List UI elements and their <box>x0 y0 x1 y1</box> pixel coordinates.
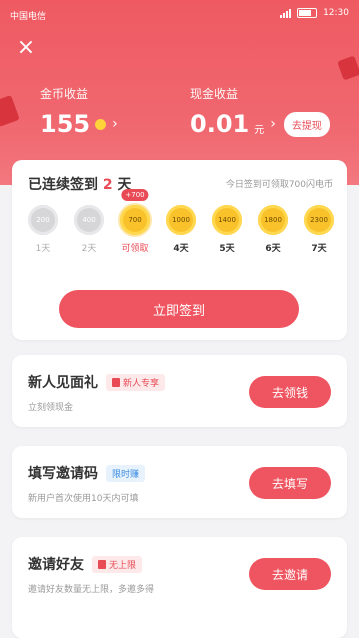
red-envelope-decoration <box>337 55 359 81</box>
checkin-day-list: 200 1天 400 2天 +700 700 可领取 1000 4天 1400 … <box>26 189 336 254</box>
carrier-label: 中国电信 <box>10 12 47 22</box>
claim-cash-button[interactable]: 去领钱 <box>249 376 331 408</box>
task-description: 邀请好友数量无上限，多邀多得 <box>28 585 155 595</box>
close-icon[interactable]: × <box>16 37 36 59</box>
task-card: 新人见面礼 新人专享 立刻领现金 去领钱 <box>12 355 347 427</box>
coin-earnings: 金币收益 155 › <box>40 85 118 138</box>
task-title-row: 填写邀请码 限时赚 <box>28 463 146 483</box>
day-label: 7天 <box>311 244 327 254</box>
checkin-title-prefix: 已连续签到 <box>28 177 98 193</box>
clock-label: 12:30 <box>323 8 349 18</box>
task-tag: 新人专享 <box>106 373 166 391</box>
cash-earnings: 现金收益 0.01 元 › 去提现 <box>190 85 330 138</box>
chevron-right-icon[interactable]: › <box>270 116 276 132</box>
reward-bubble: +700 <box>121 189 149 201</box>
header-banner: 中国电信 12:30 × 金币收益 155 › 现金收益 0.01 元 › 去提… <box>0 0 359 185</box>
checkin-day-7: 2300 7天 <box>302 205 336 254</box>
checkin-title: 已连续签到 2 天 <box>28 174 132 194</box>
checkin-day-2: 400 2天 <box>72 205 106 254</box>
checkin-day-6: 1800 6天 <box>256 205 290 254</box>
task-tag-label: 新人专享 <box>123 378 160 389</box>
coin-icon: 2300 <box>304 205 334 235</box>
fill-invite-code-button[interactable]: 去填写 <box>249 467 331 499</box>
status-icons: 12:30 <box>280 8 349 18</box>
task-description: 立刻领现金 <box>28 403 74 413</box>
coin-icon: 1000 <box>166 205 196 235</box>
signal-icon <box>280 8 292 18</box>
day-label: 1天 <box>35 244 51 254</box>
task-tag: 无上限 <box>92 555 143 573</box>
task-title: 邀请好友 <box>28 557 84 573</box>
task-tag-label: 无上限 <box>109 560 137 571</box>
cash-earnings-label: 现金收益 <box>190 87 239 101</box>
task-title: 新人见面礼 <box>28 375 98 391</box>
coin-icon: 200 <box>28 205 58 235</box>
cash-earnings-value-row: 0.01 元 › 去提现 <box>190 110 330 138</box>
cash-earnings-value: 0.01 <box>190 110 250 138</box>
coin-icon: 400 <box>74 205 104 235</box>
battery-icon <box>297 8 318 18</box>
day-label: 2天 <box>81 244 97 254</box>
task-title-row: 新人见面礼 新人专享 <box>28 372 166 392</box>
cash-unit: 元 <box>254 124 265 136</box>
coin-icon: 700 <box>120 205 150 235</box>
day-label: 6天 <box>265 244 281 254</box>
checkin-day-1: 200 1天 <box>26 205 60 254</box>
task-description: 新用户首次使用10天内可填 <box>28 494 139 504</box>
task-title-row: 邀请好友 无上限 <box>28 554 143 574</box>
checkin-day-3[interactable]: +700 700 可领取 <box>118 189 152 254</box>
task-card: 邀请好友 无上限 邀请好友数量无上限，多邀多得 去邀请 <box>12 537 347 638</box>
coin-icon: 1400 <box>212 205 242 235</box>
day-label: 可领取 <box>121 244 149 254</box>
day-label: 4天 <box>173 244 189 254</box>
task-title: 填写邀请码 <box>28 466 98 482</box>
withdraw-button[interactable]: 去提现 <box>283 111 330 137</box>
invite-friends-button[interactable]: 去邀请 <box>249 558 331 590</box>
checkin-card: 已连续签到 2 天 今日签到可领取700闪电币 200 1天 400 2天 +7… <box>12 160 347 340</box>
checkin-day-count: 2 <box>102 177 113 193</box>
red-envelope-icon <box>112 377 120 387</box>
coin-icon: 1800 <box>258 205 288 235</box>
red-envelope-icon <box>98 559 106 569</box>
coin-earnings-value-row: 155 › <box>40 110 118 138</box>
checkin-hint: 今日签到可领取700闪电币 <box>225 180 333 190</box>
checkin-day-5: 1400 5天 <box>210 205 244 254</box>
task-tag: 限时赚 <box>106 464 146 482</box>
red-envelope-decoration <box>0 95 20 127</box>
status-bar: 中国电信 12:30 <box>0 0 359 28</box>
checkin-day-4: 1000 4天 <box>164 205 198 254</box>
coin-icon <box>95 118 107 130</box>
coin-earnings-label: 金币收益 <box>40 87 89 101</box>
task-card: 填写邀请码 限时赚 新用户首次使用10天内可填 去填写 <box>12 446 347 518</box>
coin-earnings-value: 155 <box>40 110 91 138</box>
day-label: 5天 <box>219 244 235 254</box>
checkin-button[interactable]: 立即签到 <box>59 290 299 328</box>
chevron-right-icon[interactable]: › <box>112 116 118 132</box>
